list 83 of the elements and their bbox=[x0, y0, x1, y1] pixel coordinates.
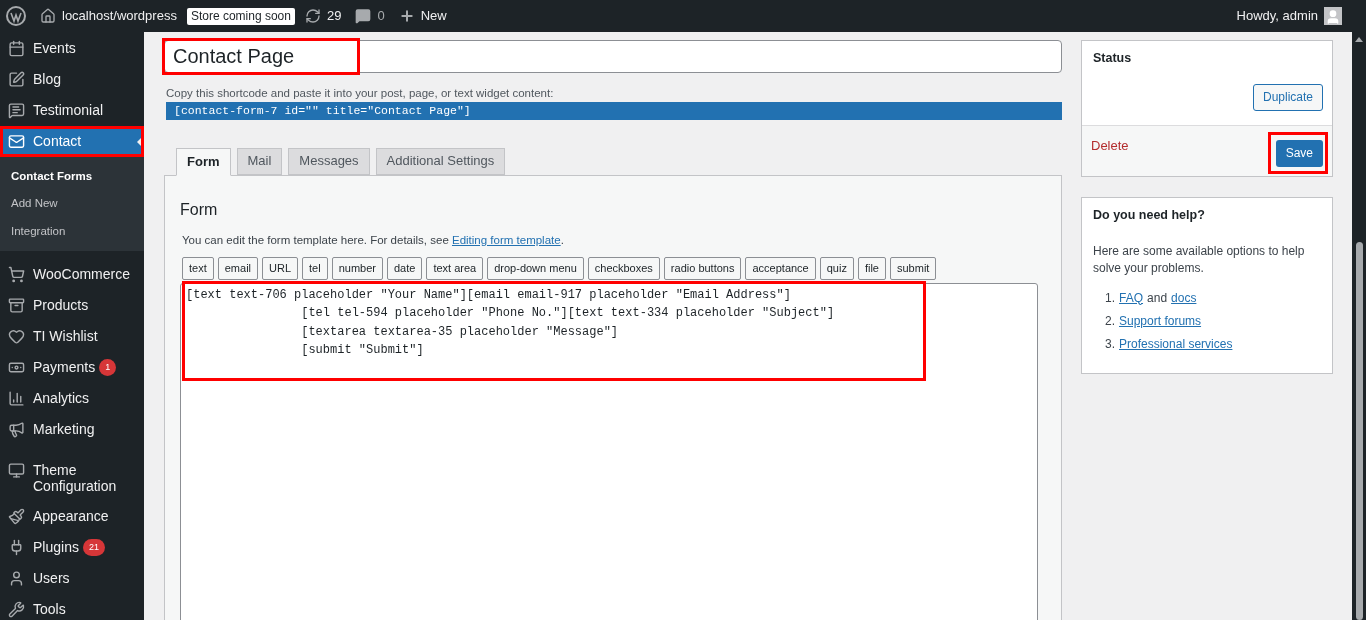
archive-box-icon bbox=[8, 296, 25, 314]
avatar bbox=[1324, 7, 1342, 25]
help-link[interactable]: FAQ bbox=[1119, 288, 1144, 307]
sidebar-item[interactable]: Theme Configuration bbox=[0, 454, 144, 501]
save-button[interactable]: Save bbox=[1275, 139, 1323, 167]
tab[interactable]: Mail bbox=[236, 147, 283, 175]
submenu-item[interactable]: Integration bbox=[0, 217, 144, 245]
tag-generator-button[interactable]: date bbox=[386, 256, 423, 280]
submenu-item[interactable]: Contact Forms bbox=[0, 163, 144, 191]
sidebar-item[interactable]: Tools bbox=[0, 593, 144, 620]
tag-generator-button[interactable]: radio buttons bbox=[663, 256, 742, 280]
count-badge: 21 bbox=[82, 538, 105, 556]
logo-icon bbox=[6, 6, 26, 26]
box-title: Status bbox=[1092, 50, 1133, 67]
sidebar-item[interactable]: Plugins 21 bbox=[0, 531, 144, 563]
plus-icon bbox=[398, 8, 415, 24]
speech-bubble-icon bbox=[8, 102, 25, 119]
sidebar-item[interactable]: Events bbox=[0, 33, 144, 64]
help-link[interactable]: Support forums bbox=[1119, 311, 1202, 330]
tag-generator-button[interactable]: submit bbox=[890, 256, 937, 280]
sidebar-item[interactable]: WooCommerce bbox=[0, 258, 144, 290]
tag-generator-button[interactable]: number bbox=[331, 256, 383, 280]
site-link[interactable]: localhost/wordpress bbox=[40, 6, 177, 26]
tag-generator-button[interactable]: text area bbox=[426, 256, 484, 280]
sidebar-item[interactable]: Analytics bbox=[0, 382, 144, 414]
account-link[interactable]: Howdy, admin bbox=[1236, 6, 1342, 26]
sidebar-item[interactable]: Products bbox=[0, 289, 144, 321]
tag-generator-button[interactable]: file bbox=[857, 256, 886, 280]
help-text: Here are some available options to help solve your problems. bbox=[1093, 242, 1306, 277]
panel-heading: Form bbox=[180, 199, 219, 220]
box-title: Do you need help? bbox=[1093, 206, 1206, 224]
tag-generator-button[interactable]: text bbox=[182, 256, 214, 280]
sidebar-item[interactable]: Blog bbox=[0, 64, 144, 95]
calendar-icon bbox=[8, 40, 25, 57]
user-icon bbox=[8, 569, 25, 587]
refresh-icon bbox=[304, 8, 321, 24]
list-text: and bbox=[1147, 289, 1168, 307]
list-number: 1. bbox=[1105, 289, 1115, 307]
list-number: 2. bbox=[1105, 312, 1115, 330]
tag-generator-button[interactable]: checkboxes bbox=[587, 256, 660, 280]
help-link[interactable]: docs bbox=[1171, 288, 1197, 307]
sidebar-item[interactable]: Testimonial bbox=[0, 95, 144, 126]
tag-generator-button[interactable]: URL bbox=[262, 256, 299, 280]
wrench-icon bbox=[8, 600, 25, 618]
tag-generator-button[interactable]: quiz bbox=[819, 256, 854, 280]
home-icon bbox=[40, 8, 56, 24]
count-badge: 1 bbox=[99, 358, 117, 376]
bar-chart-icon bbox=[8, 389, 25, 407]
tab[interactable]: Additional Settings bbox=[375, 147, 506, 175]
store-status-badge: Store coming soon bbox=[186, 7, 295, 25]
updates-link[interactable]: 29 bbox=[304, 6, 342, 26]
tag-generator-button[interactable]: acceptance bbox=[745, 256, 816, 280]
help-link[interactable]: Professional services bbox=[1119, 334, 1233, 353]
comment-icon bbox=[355, 8, 372, 24]
comments-link[interactable]: 0 bbox=[355, 6, 385, 26]
cart-icon bbox=[8, 265, 25, 283]
delete-link[interactable]: Delete bbox=[1091, 135, 1129, 156]
submenu-item[interactable]: Add New bbox=[0, 190, 144, 218]
form-template-editor[interactable]: [text text-706 placeholder "Your Name"][email email-917 placeholder "Email Address"] [tel tel-594 placeholder "Phone No."][text text-334 placeholder "Subject"] [textarea textarea-35 placeholder "Message"] [submit "Submit"] bbox=[180, 282, 1038, 620]
new-link[interactable]: New bbox=[398, 6, 447, 26]
tab[interactable]: Form bbox=[176, 147, 231, 176]
envelope-icon bbox=[8, 133, 25, 150]
sidebar-item[interactable]: Payments 1 bbox=[0, 351, 144, 383]
paintbrush-icon bbox=[8, 507, 25, 525]
panel-description: You can edit the form template here. For details, see Editing form template. bbox=[182, 232, 565, 248]
tab[interactable]: Messages bbox=[288, 147, 370, 175]
duplicate-button[interactable]: Duplicate bbox=[1252, 83, 1323, 111]
sidebar-item[interactable]: Users bbox=[0, 562, 144, 594]
monitor-icon bbox=[8, 461, 25, 479]
tag-generator-button[interactable]: drop-down menu bbox=[487, 256, 584, 280]
template-link[interactable]: Editing form template bbox=[452, 233, 561, 246]
tag-generator-button[interactable]: tel bbox=[302, 256, 328, 280]
shortcode-field[interactable]: [contact-form-7 id="" title="Contact Page"] bbox=[166, 102, 1062, 120]
shortcode-hint: Copy this shortcode and paste it into your post, page, or text widget content: bbox=[166, 86, 555, 101]
tag-generator-button[interactable]: email bbox=[217, 256, 259, 280]
sidebar-item[interactable]: TI Wishlist bbox=[0, 320, 144, 352]
megaphone-icon bbox=[8, 420, 25, 438]
title-field[interactable]: Contact Page bbox=[164, 40, 1062, 73]
sidebar-item[interactable]: Appearance bbox=[0, 500, 144, 532]
list-number: 3. bbox=[1105, 335, 1115, 353]
heart-icon bbox=[8, 327, 25, 345]
edit-icon bbox=[8, 71, 25, 88]
sidebar-item[interactable]: Marketing bbox=[0, 413, 144, 445]
